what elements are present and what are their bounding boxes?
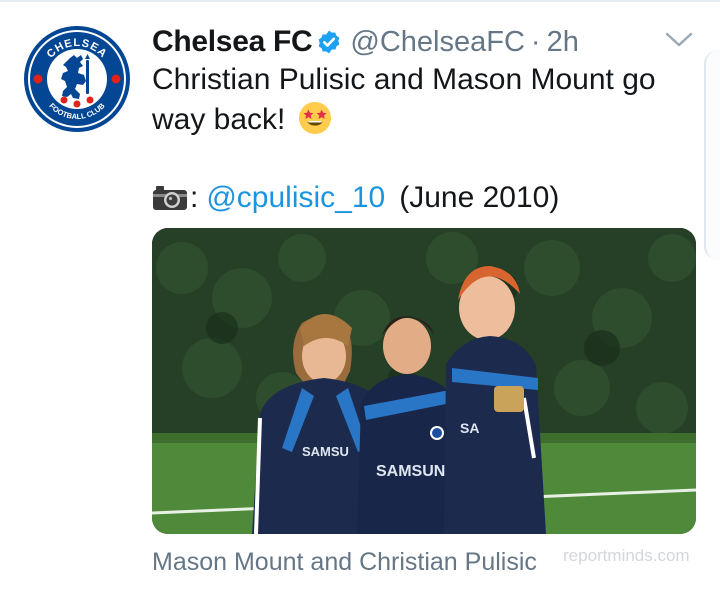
watermark: reportminds.com — [563, 546, 690, 565]
tweet-text-line-with-emoji: way back! — [152, 100, 672, 140]
avatar[interactable]: CHELSEA FOOTBALL CLUB — [22, 24, 132, 134]
photo-credit-line: : @cpulisic_10 (June 2010) — [152, 176, 559, 220]
svg-text:SAMSUN: SAMSUN — [376, 463, 445, 480]
svg-text:SA: SA — [460, 420, 479, 436]
camera-icon — [153, 186, 187, 210]
tweet-header: Chelsea FC @ChelseaFC · 2h — [152, 22, 579, 62]
user-handle[interactable]: @ChelseaFC — [350, 26, 525, 59]
tweet-timestamp[interactable]: 2h — [547, 26, 579, 59]
tweet-text-line: Christian Pulisic and Mason Mount go — [152, 63, 656, 96]
svg-text:SAMSU: SAMSU — [302, 444, 349, 459]
chevron-down-icon[interactable] — [664, 30, 694, 50]
photo-date: (June 2010) — [399, 181, 560, 214]
tweet-photo[interactable]: SAMSU SAMSUN SA — [152, 228, 696, 534]
credit-prefix: : — [190, 181, 199, 214]
tweet-text-line: way back! — [152, 103, 286, 136]
top-divider — [0, 0, 720, 2]
photo-caption: Mason Mount and Christian Pulisic — [152, 548, 537, 576]
adjacent-card-edge — [704, 50, 720, 260]
tweet-text: Christian Pulisic and Mason Mount go way… — [152, 60, 672, 140]
header-separator: · — [530, 25, 541, 58]
display-name[interactable]: Chelsea FC — [152, 25, 313, 59]
mention-link[interactable]: @cpulisic_10 — [206, 181, 385, 215]
star-struck-emoji-icon — [298, 101, 331, 135]
verified-badge-icon — [318, 30, 340, 54]
